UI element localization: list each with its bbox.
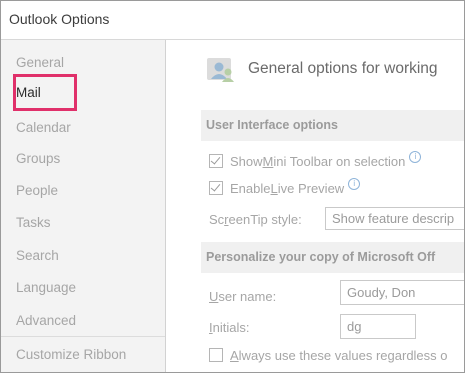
heading-row: General options for working: [178, 40, 464, 100]
live-preview-label-accel: L: [270, 180, 278, 196]
mini-toolbar-option[interactable]: Show Mini Toolbar on selection i: [209, 151, 422, 171]
user-name-label-accel: U: [209, 289, 219, 304]
mini-toolbar-checkbox[interactable]: [209, 154, 223, 168]
always-use-label-post: lways use these values regardless o: [238, 347, 448, 363]
screentip-style-select[interactable]: Show feature descrip: [325, 207, 464, 230]
user-name-label-rest: ser name:: [218, 289, 277, 304]
user-name-label: User name:: [209, 289, 276, 304]
sidebar-item-tasks[interactable]: Tasks: [1, 208, 165, 238]
live-preview-label-pre: Enable: [230, 180, 271, 196]
screentip-style-label: ScreenTip style:: [209, 212, 302, 227]
options-dialog: Outlook Options General Mail Calendar Gr…: [0, 0, 465, 373]
always-use-label-accel: A: [230, 347, 239, 363]
page-heading: General options for working: [248, 60, 438, 77]
sidebar-item-calendar[interactable]: Calendar: [1, 113, 165, 143]
initials-input[interactable]: dg: [340, 314, 416, 339]
sidebar-item-language[interactable]: Language: [1, 273, 165, 303]
always-use-option[interactable]: Always use these values regardless o: [209, 345, 448, 365]
mini-toolbar-label-pre: Show: [230, 153, 263, 169]
people-icon: [207, 58, 234, 82]
sidebar-item-search[interactable]: Search: [1, 241, 165, 271]
title-bar: Outlook Options: [1, 1, 464, 40]
sidebar-item-advanced[interactable]: Advanced: [1, 306, 165, 336]
options-content: General options for working User Interfa…: [178, 40, 464, 372]
mail-highlight-box: [13, 74, 77, 111]
ui-options-header: User Interface options: [201, 110, 464, 141]
screentip-label-post: eenTip style:: [228, 212, 302, 227]
sidebar-item-people[interactable]: People: [1, 176, 165, 206]
live-preview-label-post: ive Preview: [277, 180, 345, 196]
personalize-header: Personalize your copy of Microsoft Off: [201, 242, 464, 273]
initials-label: Initials:: [209, 320, 249, 335]
live-preview-option[interactable]: Enable Live Preview i: [209, 178, 361, 198]
screentip-label-pre: Sc: [209, 212, 225, 227]
user-name-input[interactable]: Goudy, Don: [340, 280, 464, 305]
initials-label-rest: nitials:: [212, 320, 250, 335]
live-preview-checkbox[interactable]: [209, 181, 223, 195]
mini-toolbar-label-post: ini Toolbar on selection: [273, 153, 406, 169]
sidebar-divider: [1, 336, 165, 337]
info-icon[interactable]: i: [409, 151, 422, 163]
sidebar-item-groups[interactable]: Groups: [1, 144, 165, 174]
info-icon[interactable]: i: [348, 178, 361, 190]
mini-toolbar-label-accel: M: [262, 153, 274, 169]
window-title: Outlook Options: [9, 11, 110, 27]
sidebar-item-customize-ribbon[interactable]: Customize Ribbon: [1, 340, 165, 370]
always-use-checkbox[interactable]: [209, 348, 223, 362]
